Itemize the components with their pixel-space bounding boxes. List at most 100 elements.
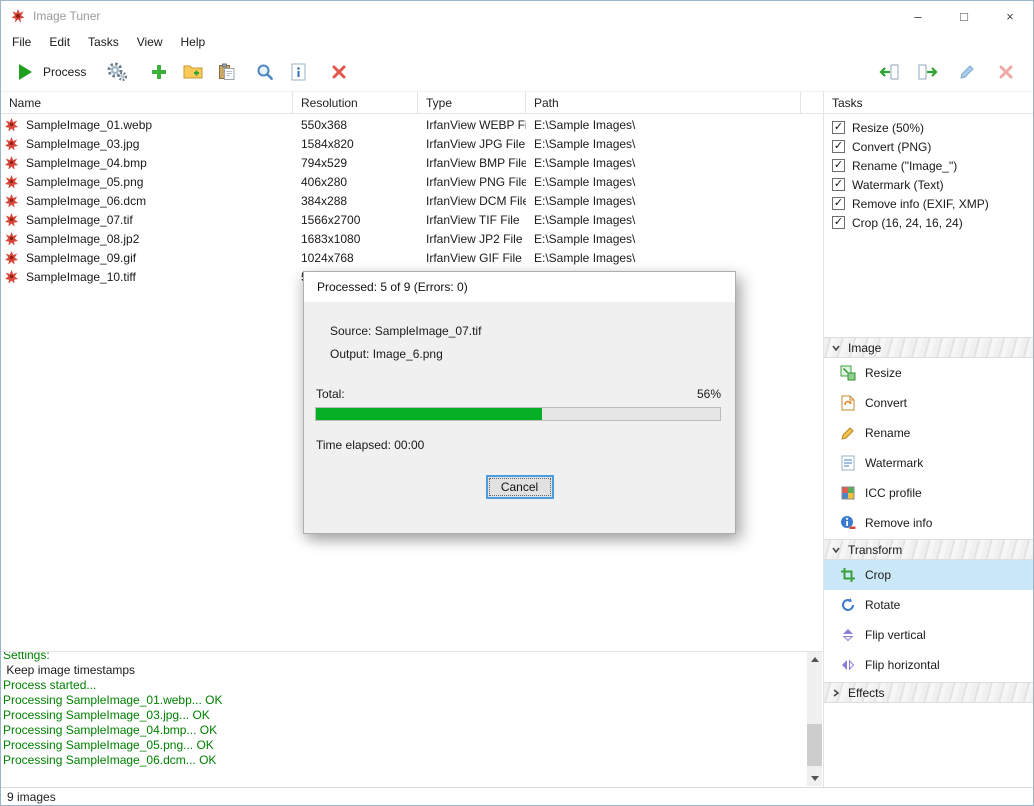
remove-images-icon[interactable] [326, 57, 352, 87]
title-bar: Image Tuner – □ × [1, 1, 1033, 31]
column-header-name[interactable]: Name [1, 92, 293, 113]
log-scrollbar[interactable] [807, 652, 822, 786]
sidebar-item-label: Resize [865, 366, 902, 380]
minimize-button[interactable]: – [895, 1, 941, 31]
table-row[interactable]: SampleImage_05.png 406x280 IrfanView PNG… [1, 172, 823, 191]
column-header-type[interactable]: Type [418, 92, 526, 113]
file-path: E:\Sample Images\ [526, 118, 801, 132]
load-tasks-icon[interactable] [876, 57, 902, 87]
image-file-icon [5, 175, 19, 189]
sidebar-item-rename[interactable]: Rename [824, 418, 1034, 448]
file-name: SampleImage_04.bmp [26, 156, 147, 170]
sidebar-item-label: Flip vertical [865, 628, 926, 642]
sidebar-item-icc-profile[interactable]: ICC profile [824, 478, 1034, 508]
task-label: Rename ("Image_") [852, 159, 957, 173]
sidebar-item-flip-vertical[interactable]: Flip vertical [824, 620, 1034, 650]
save-tasks-icon[interactable] [915, 57, 941, 87]
checkbox-checked-icon[interactable]: ✓ [832, 159, 845, 172]
image-file-icon [5, 270, 19, 284]
table-row[interactable]: SampleImage_03.jpg 1584x820 IrfanView JP… [1, 134, 823, 153]
sidebar-item-label: Remove info [865, 516, 932, 530]
delete-task-icon[interactable] [993, 57, 1019, 87]
scrollbar-thumb[interactable] [807, 724, 822, 766]
chevron-right-icon [831, 688, 841, 698]
file-info-icon[interactable] [286, 57, 312, 87]
file-list: SampleImage_01.webp 550x368 IrfanView WE… [1, 115, 823, 286]
task-checkbox-item[interactable]: ✓ Resize (50%) [824, 118, 1034, 137]
task-label: Remove info (EXIF, XMP) [852, 197, 989, 211]
table-row[interactable]: SampleImage_04.bmp 794x529 IrfanView BMP… [1, 153, 823, 172]
table-row[interactable]: SampleImage_09.gif 1024x768 IrfanView GI… [1, 248, 823, 267]
column-header-resolution[interactable]: Resolution [293, 92, 418, 113]
menu-file[interactable]: File [3, 33, 40, 51]
process-button[interactable]: Process [11, 57, 90, 87]
checkbox-checked-icon[interactable]: ✓ [832, 197, 845, 210]
checkbox-checked-icon[interactable]: ✓ [832, 140, 845, 153]
maximize-button[interactable]: □ [941, 1, 987, 31]
toolbar: Process [1, 53, 1033, 91]
menu-edit[interactable]: Edit [40, 33, 79, 51]
log-line: Processing SampleImage_06.dcm... OK [3, 753, 793, 768]
file-path: E:\Sample Images\ [526, 194, 801, 208]
task-checkbox-item[interactable]: ✓ Convert (PNG) [824, 137, 1034, 156]
task-checkbox-item[interactable]: ✓ Watermark (Text) [824, 175, 1034, 194]
menu-view[interactable]: View [128, 33, 172, 51]
task-checkbox-item[interactable]: ✓ Crop (16, 24, 16, 24) [824, 213, 1034, 232]
section-label: Image [848, 341, 881, 355]
task-checkbox-item[interactable]: ✓ Remove info (EXIF, XMP) [824, 194, 1034, 213]
file-type: IrfanView PNG File [418, 175, 526, 189]
sidebar-item-label: Crop [865, 568, 891, 582]
file-type: IrfanView JP2 File [418, 232, 526, 246]
flip-vertical-icon [840, 627, 856, 643]
sidebar-item-crop[interactable]: Crop [824, 560, 1034, 590]
chevron-down-icon [831, 545, 841, 555]
add-folder-icon[interactable] [180, 57, 206, 87]
log-panel: Settings: Keep image timestamps Process … [1, 651, 823, 787]
table-row[interactable]: SampleImage_06.dcm 384x288 IrfanView DCM… [1, 191, 823, 210]
file-name: SampleImage_09.gif [26, 251, 136, 265]
table-header: Name Resolution Type Path [1, 91, 823, 114]
task-label: Convert (PNG) [852, 140, 931, 154]
menu-help[interactable]: Help [172, 33, 215, 51]
image-file-icon [5, 194, 19, 208]
close-button[interactable]: × [987, 1, 1033, 31]
sidebar-item-convert[interactable]: Convert [824, 388, 1034, 418]
dialog-title: Processed: 5 of 9 (Errors: 0) [304, 272, 735, 302]
section-header-image[interactable]: Image [824, 337, 1034, 358]
file-path: E:\Sample Images\ [526, 156, 801, 170]
column-header-path[interactable]: Path [526, 92, 801, 113]
checkbox-checked-icon[interactable]: ✓ [832, 216, 845, 229]
checkbox-checked-icon[interactable]: ✓ [832, 178, 845, 191]
cancel-button[interactable]: Cancel [486, 475, 554, 499]
sidebar-item-watermark[interactable]: Watermark [824, 448, 1034, 478]
edit-task-icon[interactable] [954, 57, 980, 87]
task-checkbox-item[interactable]: ✓ Rename ("Image_") [824, 156, 1034, 175]
add-images-icon[interactable] [146, 57, 172, 87]
image-file-icon [5, 213, 19, 227]
sidebar-item-remove-info[interactable]: Remove info [824, 508, 1034, 538]
settings-gear-icon[interactable] [104, 57, 130, 87]
preview-icon[interactable] [252, 57, 278, 87]
table-row[interactable]: SampleImage_01.webp 550x368 IrfanView WE… [1, 115, 823, 134]
checkbox-checked-icon[interactable]: ✓ [832, 121, 845, 134]
table-row[interactable]: SampleImage_08.jp2 1683x1080 IrfanView J… [1, 229, 823, 248]
toolbar-right-group [876, 57, 1019, 87]
menu-tasks[interactable]: Tasks [79, 33, 128, 51]
task-label: Watermark (Text) [852, 178, 944, 192]
paste-icon[interactable] [214, 57, 240, 87]
scroll-up-button[interactable] [807, 652, 822, 667]
progress-fill [316, 408, 542, 420]
scroll-down-button[interactable] [807, 771, 822, 786]
section-header-effects[interactable]: Effects [824, 682, 1034, 703]
image-file-icon [5, 156, 19, 170]
sidebar-item-resize[interactable]: Resize [824, 358, 1034, 388]
section-header-transform[interactable]: Transform [824, 539, 1034, 560]
task-label: Crop (16, 24, 16, 24) [852, 216, 963, 230]
file-path: E:\Sample Images\ [526, 175, 801, 189]
sidebar-item-flip-horizontal[interactable]: Flip horizontal [824, 650, 1034, 680]
file-type: IrfanView WEBP File [418, 118, 526, 132]
sidebar-item-rotate[interactable]: Rotate [824, 590, 1034, 620]
tasks-panel-header: Tasks [824, 91, 1034, 114]
arrow-up-icon [811, 657, 819, 662]
table-row[interactable]: SampleImage_07.tif 1566x2700 IrfanView T… [1, 210, 823, 229]
